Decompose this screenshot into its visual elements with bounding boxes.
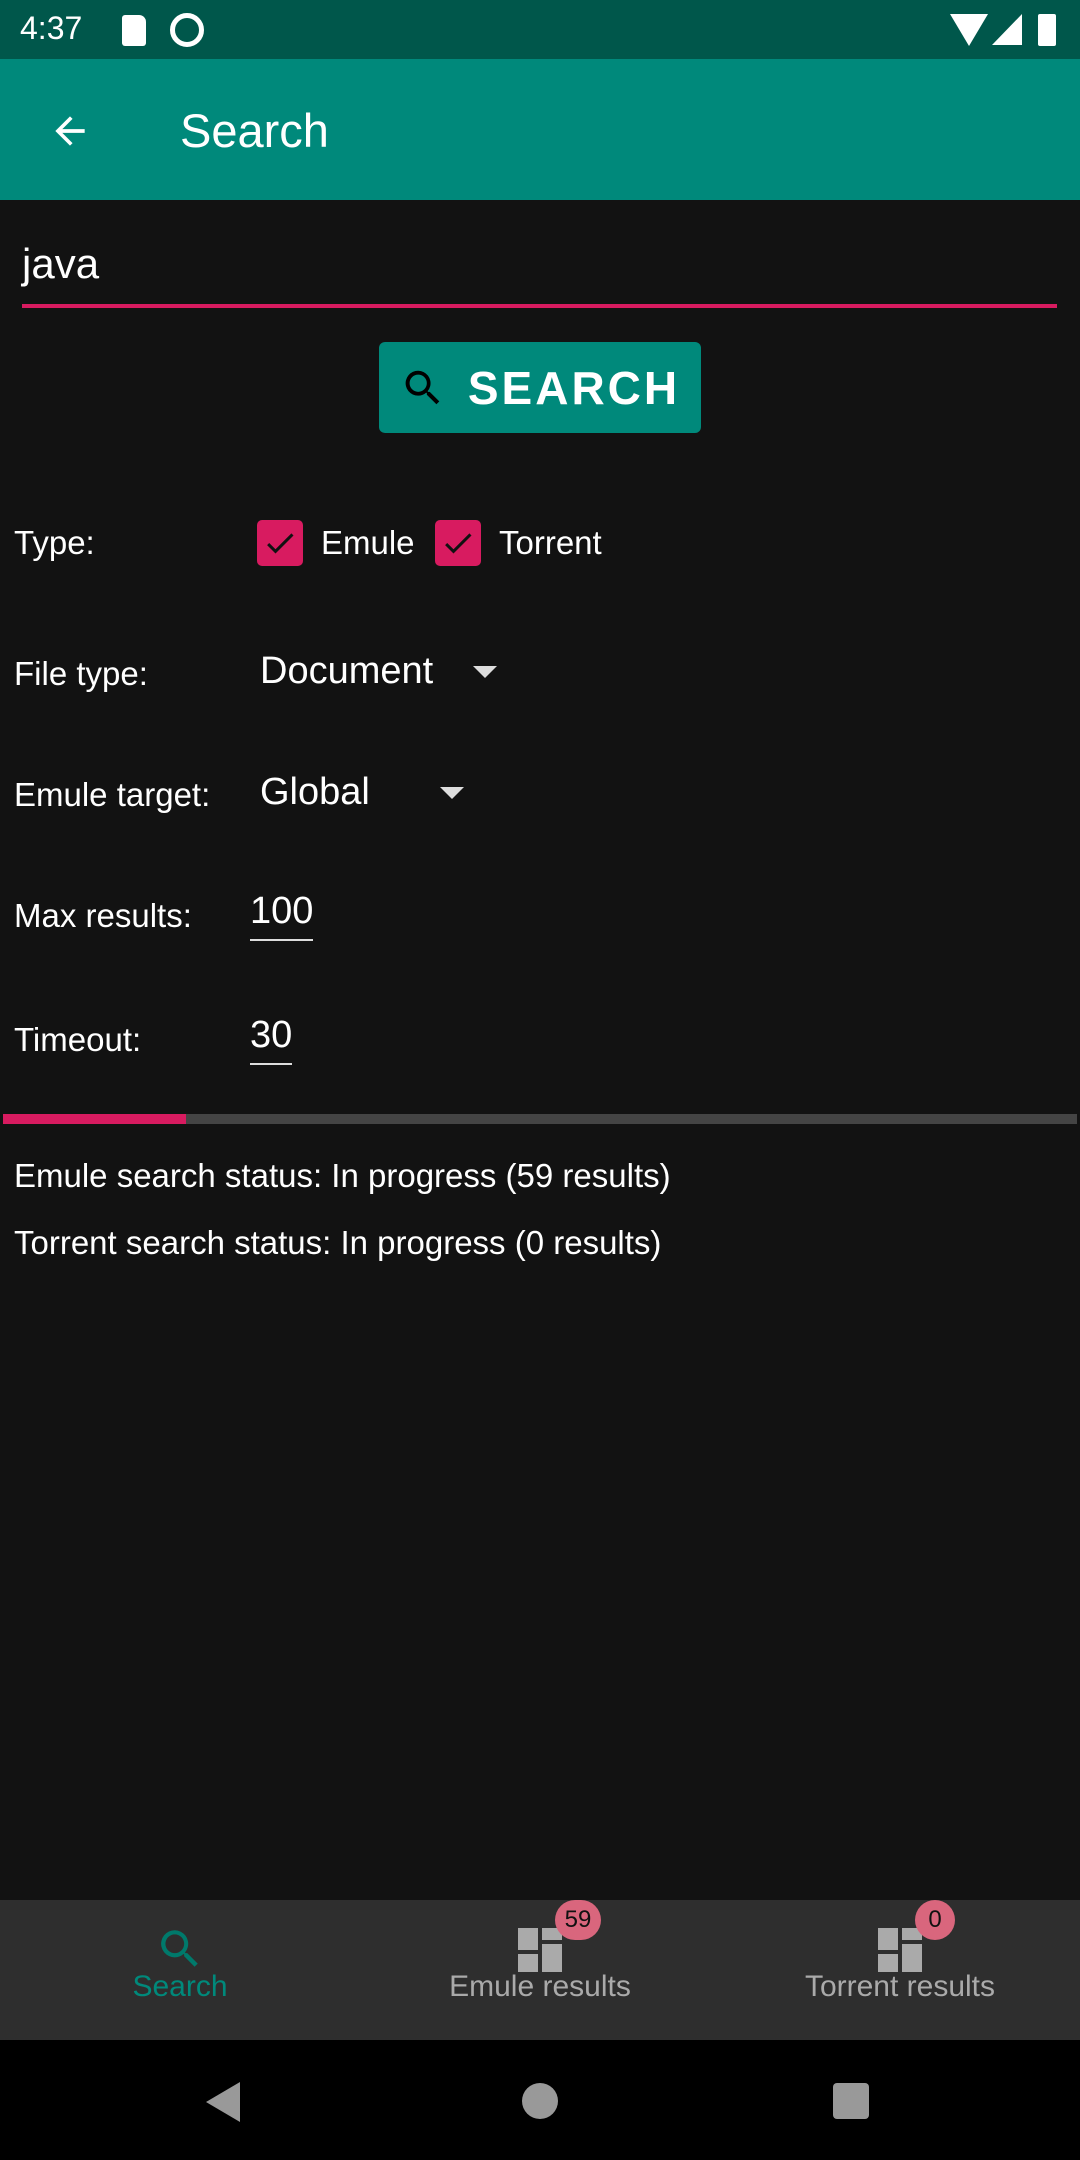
max-results-input[interactable]: 100 — [250, 890, 314, 941]
search-query: java — [22, 240, 100, 287]
search-icon — [161, 1930, 198, 1967]
search-button-label: SEARCH — [467, 361, 681, 414]
checkmark-icon — [257, 520, 303, 566]
nav-item-torrent-results[interactable]: 0 Torrent results — [720, 1900, 1080, 2038]
emule-status: Emule search status: In progress (59 res… — [14, 1157, 671, 1194]
torrent-checkbox[interactable]: Torrent — [435, 520, 602, 566]
torrent-label: Torrent — [499, 524, 602, 561]
system-navigation-bar — [0, 2040, 1080, 2160]
file-type-dropdown[interactable]: Document — [260, 650, 498, 693]
timeout-input[interactable]: 30 — [250, 1014, 293, 1065]
emule-target-dropdown[interactable]: Global — [260, 771, 464, 814]
emule-checkbox[interactable]: Emule — [257, 520, 415, 566]
file-type-value: Document — [260, 650, 434, 692]
timeout-value: 30 — [250, 1014, 293, 1056]
nav-label: Emule results — [449, 1970, 631, 2003]
app-bar: Search — [0, 59, 1080, 200]
home-icon[interactable] — [522, 2083, 558, 2119]
max-results-label: Max results: — [14, 897, 192, 934]
emule-label: Emule — [321, 524, 415, 561]
emule-results-badge: 59 — [555, 1900, 601, 1940]
progress-bar — [3, 1114, 1077, 1124]
status-bar: 4:37 — [0, 0, 1080, 59]
status-time: 4:37 — [20, 10, 83, 46]
recents-icon[interactable] — [833, 2083, 869, 2119]
dropdown-arrow-icon — [473, 665, 498, 678]
torrent-status: Torrent search status: In progress (0 re… — [14, 1224, 662, 1261]
dropdown-arrow-icon — [439, 786, 464, 799]
sd-card-icon — [122, 15, 146, 46]
search-button[interactable]: SEARCH — [379, 342, 701, 433]
emule-target-value: Global — [260, 771, 370, 813]
bottom-navigation: Search 59 Emule results 0 Torrent result… — [0, 1900, 1080, 2040]
nav-item-emule-results[interactable]: 59 Emule results — [360, 1900, 720, 2038]
torrent-results-badge: 0 — [915, 1900, 955, 1940]
nav-label: Search — [132, 1970, 228, 2003]
checkmark-icon — [435, 520, 481, 566]
back-arrow-icon[interactable] — [48, 109, 92, 153]
nav-item-search[interactable]: Search — [0, 1900, 360, 2038]
dashboard-icon — [518, 1928, 562, 1972]
type-label: Type: — [14, 524, 95, 561]
search-icon — [405, 370, 440, 404]
progress-fill — [3, 1114, 186, 1124]
search-input[interactable]: java — [22, 240, 1057, 308]
emule-target-label: Emule target: — [14, 776, 211, 813]
signal-icon — [992, 14, 1022, 45]
file-type-label: File type: — [14, 655, 148, 692]
dashboard-icon — [878, 1928, 922, 1972]
battery-icon — [1038, 14, 1056, 46]
notification-icon — [170, 13, 204, 47]
page-title: Search — [180, 104, 329, 157]
timeout-label: Timeout: — [14, 1021, 142, 1058]
nav-label: Torrent results — [804, 1970, 996, 2003]
back-icon[interactable] — [206, 2082, 240, 2122]
max-results-value: 100 — [250, 890, 314, 932]
wifi-icon — [950, 14, 988, 46]
